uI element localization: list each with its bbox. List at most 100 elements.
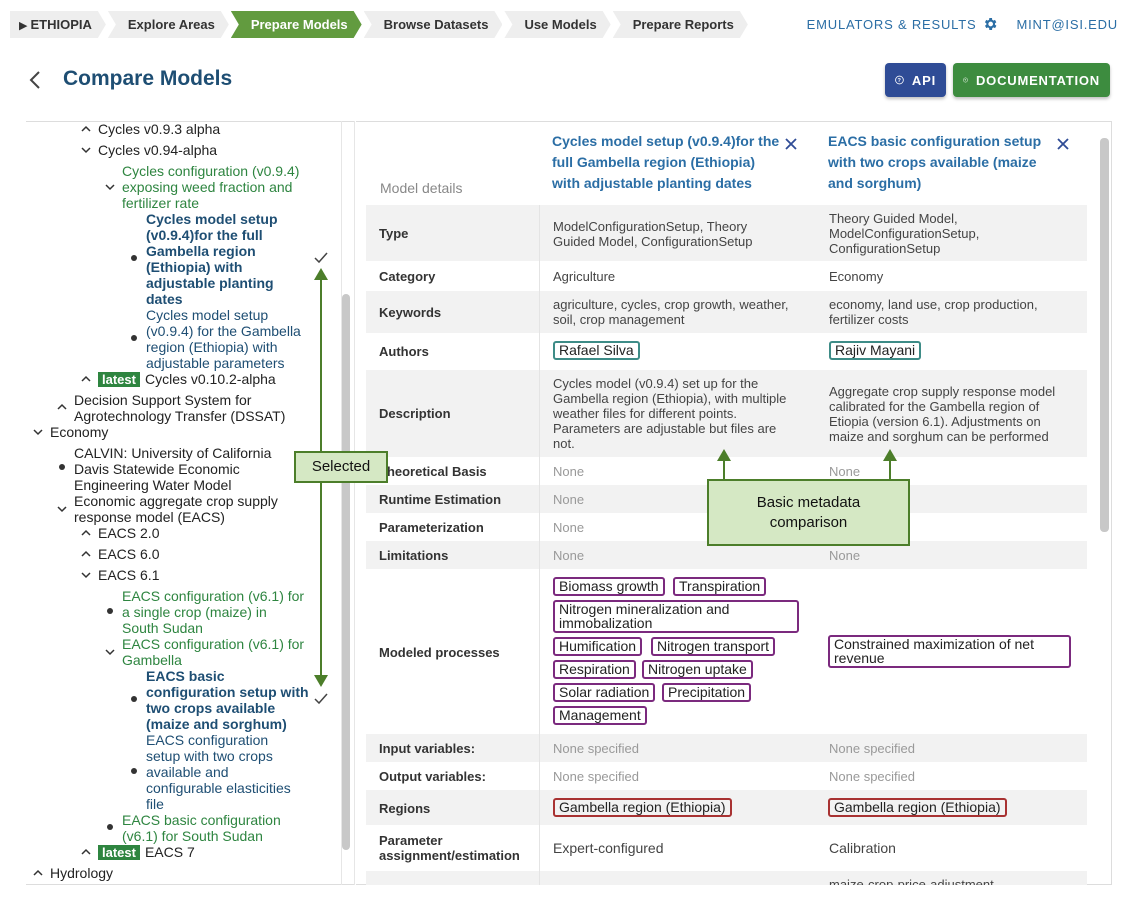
chevron-down-icon[interactable] <box>80 569 92 581</box>
tree-item-cycles-config[interactable]: Cycles configuration (v0.9.4) exposing w… <box>122 163 312 211</box>
tree-item-eacs-7[interactable]: latest EACS 7 <box>98 844 195 860</box>
chevron-up-icon[interactable] <box>80 527 92 539</box>
tree-item-cycles-0102[interactable]: latest Cycles v0.10.2-alpha <box>98 371 276 387</box>
play-icon: ▶ <box>19 20 28 32</box>
arrow-up-icon <box>314 268 328 280</box>
cell-inputs-1: None specified <box>553 741 639 756</box>
chevron-up-icon[interactable] <box>80 846 92 858</box>
breadcrumb-browse-datasets[interactable]: Browse Datasets <box>364 11 503 38</box>
process-tag[interactable]: Biomass growth <box>553 577 665 596</box>
tree-item-eacs-61[interactable]: EACS 6.1 <box>98 567 159 583</box>
api-button[interactable]: ? API <box>885 63 946 97</box>
arrow-down-icon <box>314 675 328 687</box>
author-tag[interactable]: Rajiv Mayani <box>829 341 922 360</box>
cell-limitations-1: None <box>553 548 585 563</box>
latest-badge: latest <box>98 845 140 860</box>
process-tag[interactable]: Respiration <box>553 660 636 679</box>
tree-item-eacs[interactable]: Economic aggregate crop supply response … <box>74 493 278 525</box>
selected-callout: Selected <box>294 451 388 483</box>
tree-item-eacs-config-gambella[interactable]: EACS configuration (v6.1) for Gambella <box>122 636 304 668</box>
cell-runtime-1: None <box>553 492 585 507</box>
cell-description-1: Cycles model (v0.9.4) set up for the Gamb… <box>553 376 787 451</box>
tree-scrollbar[interactable] <box>342 294 350 850</box>
close-icon[interactable] <box>1056 137 1070 151</box>
chevron-down-icon[interactable] <box>80 144 92 156</box>
help-circle-icon: ? <box>895 75 904 85</box>
row-label-category: Category <box>379 269 436 284</box>
metadata-comparison-callout: Basic metadata comparison <box>707 479 910 546</box>
tree-item-dssat[interactable]: Decision Support System for Agrotechnolo… <box>74 392 285 424</box>
cell-theoretical-1: None <box>553 464 585 479</box>
author-tag[interactable]: Rafael Silva <box>553 341 640 360</box>
region-tag[interactable]: Gambella region (Ethiopia) <box>553 798 732 817</box>
chevron-down-icon[interactable] <box>104 646 116 658</box>
row-label-limitations: Limitations <box>379 548 449 563</box>
row-label-parameterization: Parameterization <box>379 520 484 535</box>
process-tag[interactable]: Precipitation <box>662 683 752 702</box>
breadcrumb-prepare-models[interactable]: Prepare Models <box>231 11 362 38</box>
cell-outputs-2: None specified <box>829 769 915 784</box>
process-tag[interactable]: Constrained maximization of net revenue <box>828 635 1071 668</box>
process-tag[interactable]: Management <box>553 706 647 725</box>
row-label-modeled-processes: Modeled processes <box>379 645 500 660</box>
tree-item-eacs-basic-south-sudan[interactable]: EACS basic configuration (v6.1) for Sout… <box>122 812 281 844</box>
emulators-results-link[interactable]: EMULATORS & RESULTS <box>807 16 999 32</box>
chevron-up-icon[interactable] <box>80 373 92 385</box>
chevron-up-icon[interactable] <box>56 401 68 413</box>
column-1-title[interactable]: Cycles model setup (v0.9.4)for the full … <box>552 131 779 194</box>
breadcrumb-prepare-reports[interactable]: Prepare Reports <box>613 11 748 38</box>
chevron-down-icon[interactable] <box>104 181 116 193</box>
metadata-connector-line-2 <box>889 460 891 480</box>
tree-item-cycles-093[interactable]: Cycles v0.9.3 alpha <box>98 121 220 137</box>
row-label-input-variables: Input variables: <box>379 741 476 756</box>
process-tag[interactable]: Nitrogen transport <box>651 637 776 656</box>
arrow-up-icon <box>883 449 897 461</box>
breadcrumb-explore-areas[interactable]: Explore Areas <box>108 11 229 38</box>
cell-param-assign-1: Expert-configured <box>553 840 664 856</box>
svg-text:?: ? <box>898 78 902 84</box>
row-label-parameter-assignment: Parameter assignment/estimation <box>379 833 520 863</box>
cell-theoretical-2: None <box>829 464 861 479</box>
breadcrumb-use-models[interactable]: Use Models <box>504 11 610 38</box>
cell-inputs-2: None specified <box>829 741 915 756</box>
tree-item-cycles-setup-selected[interactable]: Cycles model setup (v0.9.4)for the full … <box>146 211 278 307</box>
tree-item-cycles-094[interactable]: Cycles v0.94-alpha <box>98 142 217 158</box>
chevron-up-icon[interactable] <box>32 867 44 879</box>
chevron-up-icon[interactable] <box>80 548 92 560</box>
tree-item-calvin[interactable]: CALVIN: University of California Davis S… <box>74 445 271 493</box>
region-tag[interactable]: Gambella region (Ethiopia) <box>828 798 1007 817</box>
tree-bullet <box>131 255 137 261</box>
tree-item-eacs-20[interactable]: EACS 2.0 <box>98 525 159 541</box>
process-tag[interactable]: Humification <box>553 637 643 656</box>
chevron-down-icon[interactable] <box>32 426 44 438</box>
cell-type-1: ModelConfigurationSetup, Theory Guided Mo… <box>553 219 753 249</box>
process-tag[interactable]: Solar radiation <box>553 683 656 702</box>
chevron-up-icon[interactable] <box>80 123 92 135</box>
process-tag[interactable]: Nitrogen uptake <box>642 660 753 679</box>
cell-outputs-1: None specified <box>553 769 639 784</box>
close-icon[interactable] <box>784 137 798 151</box>
breadcrumb-ethiopia[interactable]: ▶ ETHIOPIA <box>10 11 106 38</box>
cell-category-1: Agriculture <box>553 269 616 284</box>
tree-item-eacs-setup-selected[interactable]: EACS basic configuration setup with two … <box>146 668 309 732</box>
tree-item-eacs-60[interactable]: EACS 6.0 <box>98 546 159 562</box>
column-2-title[interactable]: EACS basic configuration setup with two … <box>828 131 1041 194</box>
user-account-link[interactable]: MINT@ISI.EDU <box>1016 17 1118 32</box>
tree-item-eacs-config-maize[interactable]: EACS configuration (v6.1) for a single c… <box>122 588 304 636</box>
back-arrow-icon[interactable] <box>26 68 46 92</box>
chevron-down-icon[interactable] <box>56 503 68 515</box>
gear-icon <box>985 18 997 30</box>
tree-item-economy[interactable]: Economy <box>50 424 108 440</box>
tree-bullet <box>131 696 137 702</box>
row-label-theoretical-basis: Theoretical Basis <box>379 464 487 479</box>
tree-bullet <box>131 768 137 774</box>
tree-item-hydrology[interactable]: Hydrology <box>50 865 113 881</box>
row-label-description: Description <box>379 406 451 421</box>
documentation-button[interactable]: ? DOCUMENTATION <box>953 63 1110 97</box>
process-tag[interactable]: Nitrogen mineralization and immobalizati… <box>553 600 799 633</box>
tree-item-eacs-setup-elasticities[interactable]: EACS configuration setup with two crops … <box>146 732 291 812</box>
tree-item-cycles-setup-params[interactable]: Cycles model setup (v0.9.4) for the Gamb… <box>146 307 301 371</box>
process-tag[interactable]: Transpiration <box>673 577 767 596</box>
help-circle-icon: ? <box>963 77 968 83</box>
table-scrollbar[interactable] <box>1100 138 1109 532</box>
